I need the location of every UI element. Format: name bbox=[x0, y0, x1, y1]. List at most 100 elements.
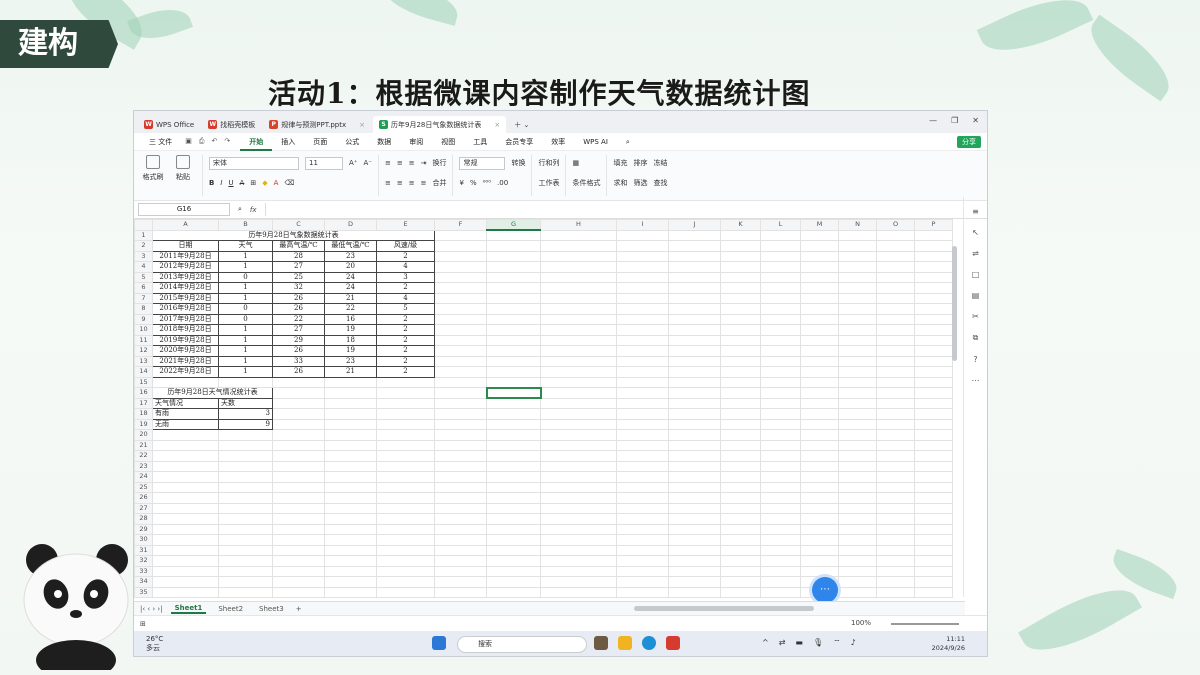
cell[interactable] bbox=[800, 366, 839, 378]
cell[interactable] bbox=[376, 460, 435, 472]
spreadsheet-grid[interactable]: A B C D E F G H I J K L M N O P 1 历年9月28日气象数据统计表 2 日期 天气 最高气温… bbox=[134, 219, 954, 601]
horizontal-scrollbar[interactable] bbox=[634, 606, 814, 611]
cell[interactable] bbox=[668, 376, 721, 388]
cell[interactable] bbox=[540, 366, 617, 378]
cell[interactable] bbox=[668, 261, 721, 273]
table-style-icon[interactable]: ▦ bbox=[572, 159, 579, 167]
cell[interactable] bbox=[914, 460, 953, 472]
cell[interactable] bbox=[914, 565, 953, 577]
cell[interactable] bbox=[152, 523, 219, 535]
cell[interactable] bbox=[486, 555, 541, 567]
cell[interactable] bbox=[616, 292, 669, 304]
cell[interactable] bbox=[486, 303, 541, 315]
cell[interactable] bbox=[760, 387, 801, 399]
cell[interactable] bbox=[914, 229, 953, 241]
cell[interactable] bbox=[720, 523, 761, 535]
cell[interactable] bbox=[376, 408, 435, 420]
share-button[interactable]: 分享 bbox=[957, 136, 981, 148]
cell[interactable] bbox=[838, 481, 877, 493]
cell[interactable] bbox=[914, 250, 953, 262]
cell[interactable]: 4 bbox=[376, 261, 435, 273]
taskbar-search[interactable]: 搜索 bbox=[457, 636, 587, 653]
cell[interactable] bbox=[218, 523, 273, 535]
table1-header[interactable]: 日期 bbox=[152, 240, 219, 252]
cell[interactable] bbox=[876, 250, 915, 262]
cell[interactable] bbox=[434, 397, 487, 409]
cell[interactable] bbox=[218, 460, 273, 472]
cell[interactable] bbox=[914, 345, 953, 357]
cell[interactable] bbox=[376, 418, 435, 430]
cell[interactable]: 天数 bbox=[218, 397, 273, 409]
cell[interactable] bbox=[152, 513, 219, 525]
cell[interactable] bbox=[838, 439, 877, 451]
cell[interactable] bbox=[434, 576, 487, 588]
row-header[interactable]: 31 bbox=[134, 544, 153, 556]
cell[interactable] bbox=[668, 555, 721, 567]
cell[interactable] bbox=[324, 544, 377, 556]
strikethrough-button[interactable]: A bbox=[240, 179, 245, 187]
cell[interactable] bbox=[616, 450, 669, 462]
help-icon[interactable]: ? bbox=[973, 355, 977, 364]
cell[interactable] bbox=[668, 523, 721, 535]
cell[interactable] bbox=[434, 313, 487, 325]
font-size-select[interactable]: 11 bbox=[305, 156, 343, 170]
cell[interactable] bbox=[838, 544, 877, 556]
cell[interactable] bbox=[838, 387, 877, 399]
cell[interactable] bbox=[152, 534, 219, 546]
cell[interactable] bbox=[838, 324, 877, 336]
cell[interactable] bbox=[376, 481, 435, 493]
fill-color-icon[interactable]: ◆ bbox=[262, 179, 267, 187]
sort-button[interactable]: 排序 bbox=[633, 158, 647, 168]
cell[interactable] bbox=[720, 376, 761, 388]
cell[interactable]: 21 bbox=[324, 292, 377, 304]
table2-title[interactable]: 历年9月28日天气情况统计表 bbox=[152, 387, 273, 399]
cell[interactable] bbox=[760, 376, 801, 388]
column-header[interactable]: E bbox=[376, 219, 435, 231]
cell[interactable] bbox=[540, 523, 617, 535]
find-button[interactable]: 查找 bbox=[653, 178, 667, 188]
cell[interactable]: 有雨 bbox=[152, 408, 219, 420]
underline-button[interactable]: U bbox=[228, 179, 233, 187]
cell[interactable] bbox=[272, 576, 325, 588]
cell[interactable] bbox=[876, 397, 915, 409]
cell[interactable] bbox=[540, 345, 617, 357]
row-header[interactable]: 20 bbox=[134, 429, 153, 441]
cell[interactable] bbox=[760, 492, 801, 504]
column-header[interactable]: B bbox=[218, 219, 273, 231]
cell[interactable] bbox=[376, 376, 435, 388]
cell[interactable] bbox=[486, 240, 541, 252]
cell[interactable] bbox=[272, 460, 325, 472]
cell[interactable] bbox=[434, 439, 487, 451]
cell[interactable] bbox=[720, 534, 761, 546]
cell[interactable] bbox=[324, 502, 377, 514]
column-header[interactable]: I bbox=[616, 219, 669, 231]
cell[interactable] bbox=[760, 345, 801, 357]
cell[interactable] bbox=[616, 408, 669, 420]
cell[interactable] bbox=[486, 502, 541, 514]
cell[interactable] bbox=[668, 460, 721, 472]
cell[interactable] bbox=[376, 513, 435, 525]
mic-icon[interactable]: 🎙 bbox=[813, 638, 823, 648]
cell[interactable] bbox=[324, 555, 377, 567]
cell[interactable] bbox=[272, 523, 325, 535]
thousands-icon[interactable]: ⁰⁰⁰ bbox=[483, 179, 491, 187]
cell[interactable] bbox=[272, 376, 325, 388]
cell[interactable] bbox=[434, 492, 487, 504]
cell[interactable]: 28 bbox=[272, 250, 325, 262]
cell[interactable] bbox=[760, 523, 801, 535]
cell[interactable] bbox=[720, 450, 761, 462]
cell[interactable] bbox=[720, 240, 761, 252]
row-header[interactable]: 4 bbox=[134, 261, 153, 273]
cell[interactable] bbox=[540, 534, 617, 546]
row-header[interactable]: 32 bbox=[134, 555, 153, 567]
cell[interactable] bbox=[668, 439, 721, 451]
cell[interactable] bbox=[540, 460, 617, 472]
cell[interactable] bbox=[668, 250, 721, 262]
cell[interactable] bbox=[218, 492, 273, 504]
cell[interactable] bbox=[668, 429, 721, 441]
cell[interactable] bbox=[152, 450, 219, 462]
cell[interactable] bbox=[876, 429, 915, 441]
cell[interactable] bbox=[540, 261, 617, 273]
cell[interactable] bbox=[324, 576, 377, 588]
cell[interactable] bbox=[914, 334, 953, 346]
